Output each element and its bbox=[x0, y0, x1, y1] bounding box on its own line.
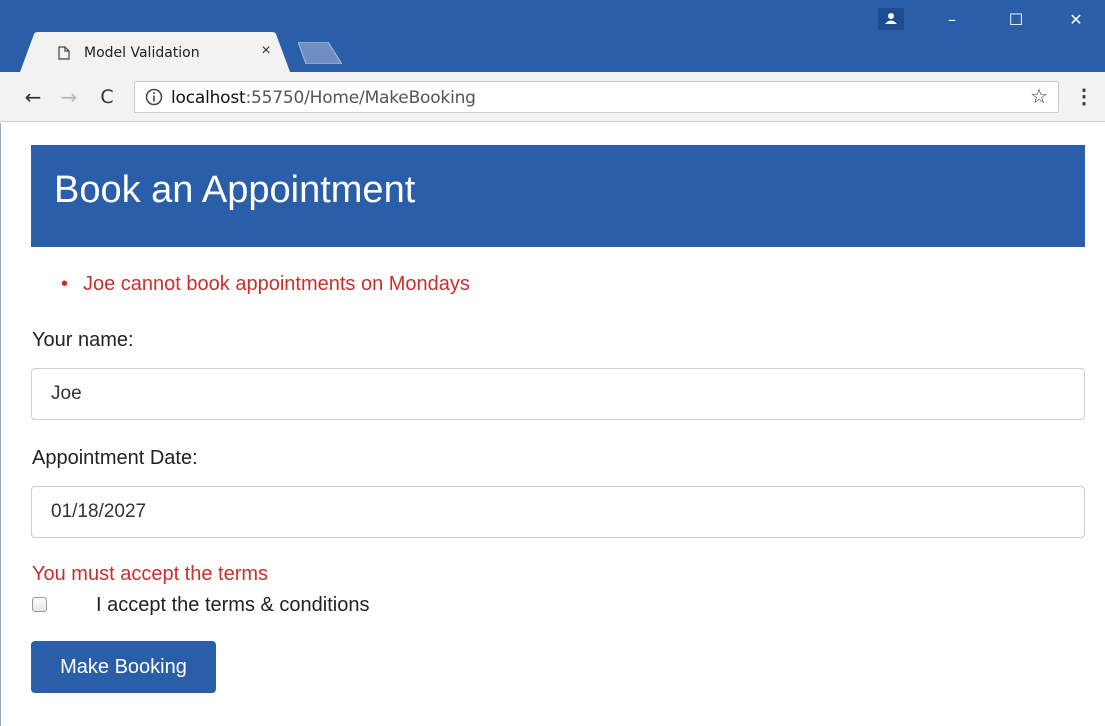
browser-titlebar: Model Validation × – ☐ ✕ bbox=[0, 0, 1105, 72]
menu-icon[interactable]: ⋮ bbox=[1074, 86, 1094, 108]
window-maximize-button[interactable]: ☐ bbox=[1004, 10, 1028, 30]
terms-error-message: You must accept the terms bbox=[32, 563, 269, 585]
reload-button[interactable]: C bbox=[96, 86, 118, 108]
name-input[interactable]: Joe bbox=[31, 368, 1085, 420]
url-path: :55750/Home/MakeBooking bbox=[245, 88, 476, 108]
validation-summary: • Joe cannot book appointments on Mondays bbox=[61, 273, 470, 296]
terms-checkbox-label[interactable]: I accept the terms & conditions bbox=[96, 594, 369, 617]
validation-summary-item: Joe cannot book appointments on Mondays bbox=[83, 273, 470, 295]
tab-title: Model Validation bbox=[84, 45, 200, 61]
terms-checkbox[interactable] bbox=[32, 597, 47, 612]
url-host: localhost bbox=[171, 88, 246, 108]
back-button[interactable]: ← bbox=[22, 86, 44, 108]
page-icon bbox=[58, 46, 70, 60]
info-icon[interactable] bbox=[145, 88, 163, 106]
browser-toolbar: ← → C localhost:55750/Home/MakeBooking ☆… bbox=[0, 72, 1105, 122]
page-title: Book an Appointment bbox=[54, 169, 416, 211]
bullet-icon: • bbox=[61, 273, 69, 295]
forward-button[interactable]: → bbox=[58, 86, 80, 108]
user-profile-button[interactable] bbox=[878, 8, 904, 30]
make-booking-button[interactable]: Make Booking bbox=[31, 641, 216, 693]
window-close-button[interactable]: ✕ bbox=[1064, 10, 1088, 30]
tab-model-validation[interactable]: Model Validation × bbox=[20, 32, 290, 72]
date-label: Appointment Date: bbox=[32, 447, 198, 469]
tab-close-icon[interactable]: × bbox=[258, 43, 274, 59]
url-text[interactable]: localhost:55750/Home/MakeBooking bbox=[171, 88, 476, 108]
page-header: Book an Appointment bbox=[31, 145, 1085, 247]
user-icon bbox=[885, 13, 897, 24]
new-tab-button[interactable] bbox=[298, 42, 342, 64]
window-minimize-button[interactable]: – bbox=[940, 10, 964, 30]
address-bar[interactable]: localhost:55750/Home/MakeBooking ☆ bbox=[134, 81, 1059, 113]
name-label: Your name: bbox=[32, 329, 134, 351]
date-input[interactable]: 01/18/2027 bbox=[31, 486, 1085, 538]
star-icon[interactable]: ☆ bbox=[1030, 85, 1048, 109]
page-content: Book an Appointment • Joe cannot book app… bbox=[0, 123, 1105, 726]
